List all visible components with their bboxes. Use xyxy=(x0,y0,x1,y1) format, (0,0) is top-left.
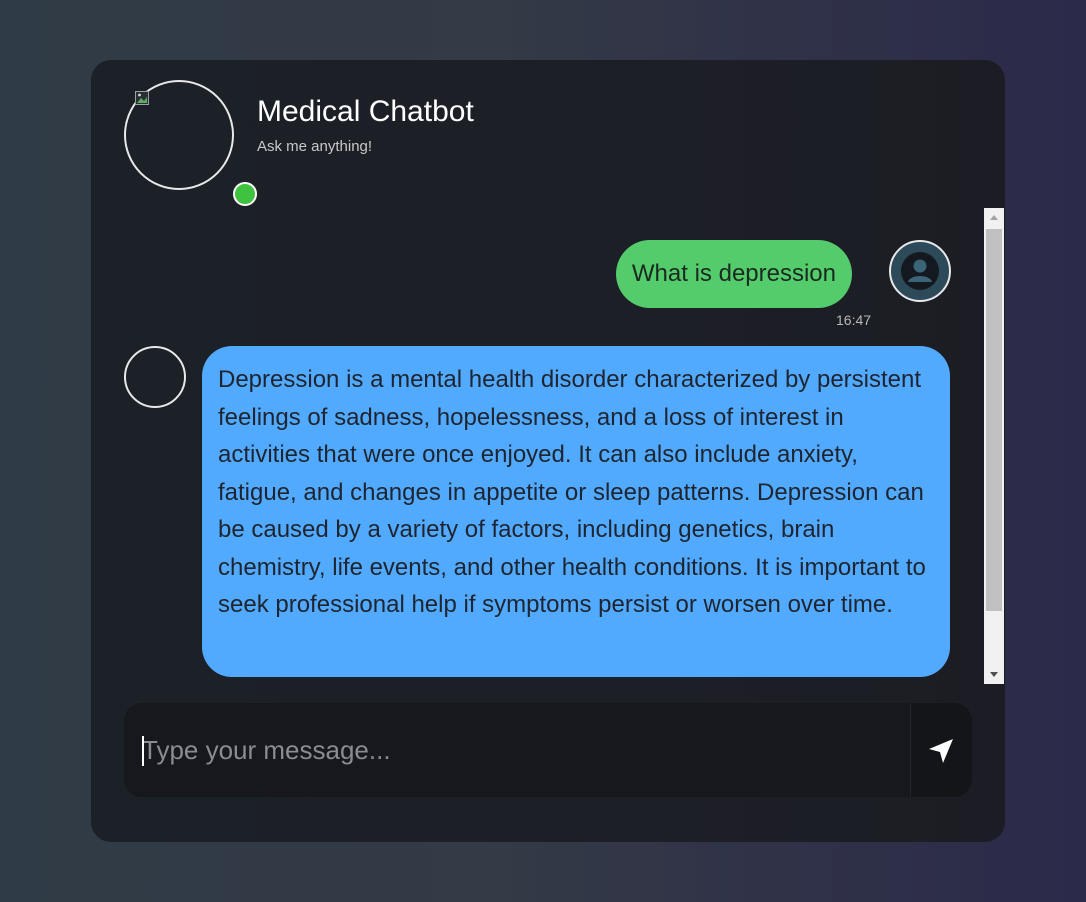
scroll-thumb[interactable] xyxy=(986,229,1002,611)
message-scrollbar[interactable] xyxy=(984,208,1004,684)
text-caret xyxy=(142,736,144,766)
scroll-down-arrow-icon[interactable] xyxy=(984,664,1004,684)
chat-window: Medical Chatbot Ask me anything! What is… xyxy=(91,60,1005,842)
message-list: What is depression 16:47 Depression is a… xyxy=(91,208,984,684)
page-title: Medical Chatbot xyxy=(257,95,474,128)
online-status-dot xyxy=(233,182,257,206)
message-timestamp: 16:47 xyxy=(836,312,872,328)
user-icon xyxy=(901,252,939,290)
user-message-bubble: What is depression xyxy=(615,240,852,308)
bot-message-bubble: Depression is a mental health disorder c… xyxy=(202,346,950,677)
message-input[interactable] xyxy=(124,703,910,797)
chat-header: Medical Chatbot Ask me anything! xyxy=(91,60,1005,206)
broken-image-icon xyxy=(135,91,149,105)
page-subtitle: Ask me anything! xyxy=(257,138,373,155)
message-composer xyxy=(124,703,972,797)
bot-logo xyxy=(124,80,257,206)
send-button[interactable] xyxy=(910,703,972,797)
send-arrow-icon xyxy=(929,739,953,763)
user-avatar xyxy=(889,240,951,302)
scroll-up-arrow-icon[interactable] xyxy=(984,208,1004,228)
bot-avatar xyxy=(124,346,186,408)
